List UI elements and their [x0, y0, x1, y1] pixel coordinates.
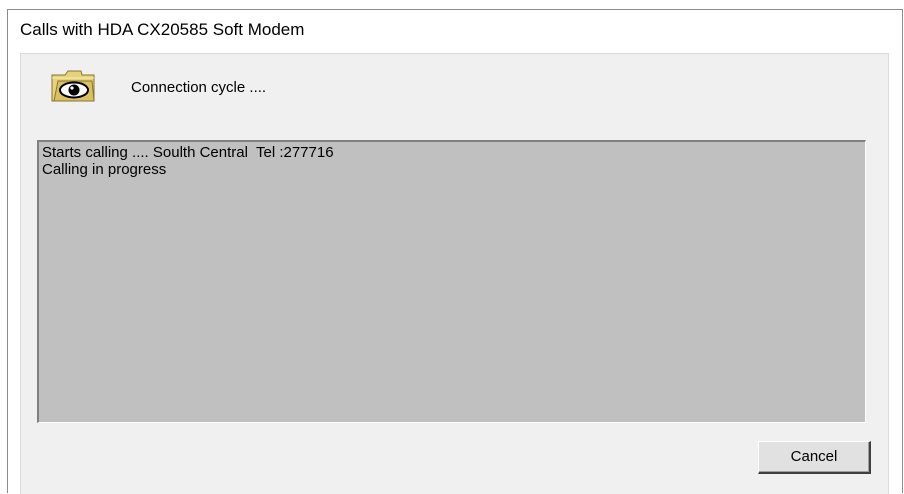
- dialog-window: Calls with HDA CX20585 Soft Modem Connec…: [7, 9, 903, 494]
- call-log-box: Starts calling .... Soulth Central Tel :…: [37, 140, 866, 423]
- title-bar[interactable]: Calls with HDA CX20585 Soft Modem: [8, 10, 902, 50]
- status-label: Connection cycle ....: [131, 79, 267, 96]
- dialog-body: Connection cycle .... Starts calling ...…: [20, 53, 889, 494]
- eye-folder-icon: [49, 69, 97, 103]
- window-title: Calls with HDA CX20585 Soft Modem: [20, 20, 305, 39]
- log-line: Calling in progress: [42, 161, 167, 178]
- log-line: Starts calling .... Soulth Central Tel :…: [42, 144, 334, 161]
- cancel-button[interactable]: Cancel: [758, 441, 871, 474]
